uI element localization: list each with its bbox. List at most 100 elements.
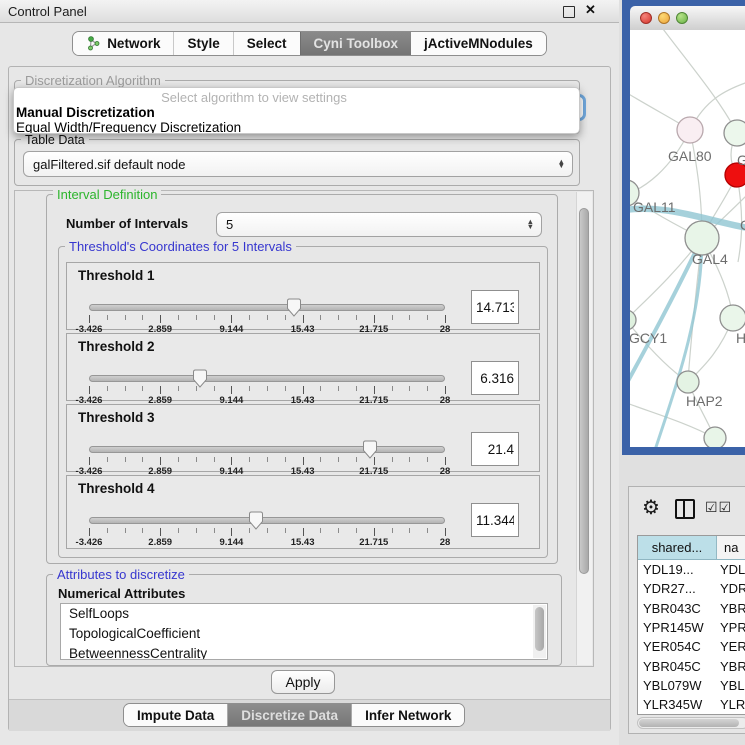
- scrollbar-thumb[interactable]: [535, 607, 544, 651]
- slider-scale-labels: -3.4262.8599.14415.4321.71528: [89, 537, 445, 548]
- cell-shared-name[interactable]: YDL19...: [638, 562, 716, 577]
- table-row[interactable]: YDL19...YDL1: [638, 560, 745, 579]
- threshold-value-field[interactable]: [471, 432, 519, 466]
- cell-name[interactable]: YPR1: [716, 620, 745, 635]
- cell-shared-name[interactable]: YPR145W: [638, 620, 716, 635]
- close-icon[interactable]: ✕: [585, 2, 596, 18]
- cell-shared-name[interactable]: YER054C: [638, 639, 716, 654]
- popup-item-equal-width-frequency[interactable]: Equal Width/Frequency Discretization: [14, 120, 579, 134]
- tick-mark: [320, 528, 321, 533]
- table-horizontal-scrollbar[interactable]: [637, 717, 745, 729]
- gear-icon[interactable]: ⚙: [642, 495, 660, 520]
- close-traffic-light[interactable]: [640, 12, 652, 24]
- network-node[interactable]: [720, 305, 745, 331]
- popup-item-manual-discretization[interactable]: Manual Discretization: [14, 105, 579, 120]
- threshold-slider[interactable]: [89, 375, 445, 382]
- scrollbar-thumb[interactable]: [579, 208, 589, 574]
- threshold-panel: Threshold 1 -3.4262.8599.14415.4321.7152…: [66, 262, 540, 330]
- tab-cyni-toolbox[interactable]: Cyni Toolbox: [300, 32, 412, 55]
- tab-network[interactable]: Network: [73, 32, 173, 55]
- cell-name[interactable]: YDR2: [716, 581, 745, 596]
- checkboxes-icon[interactable]: ☑☑: [705, 499, 732, 516]
- tick-mark: [160, 386, 161, 394]
- table-row[interactable]: YBL079WYBL0: [638, 676, 745, 695]
- tick-mark: [338, 457, 339, 462]
- threshold-value-field[interactable]: [471, 503, 519, 537]
- columns-icon[interactable]: [675, 499, 695, 519]
- cell-name[interactable]: YBR0: [716, 659, 745, 674]
- scale-label: 15.43: [291, 537, 315, 548]
- cell-name[interactable]: YDL1: [716, 562, 745, 577]
- network-node[interactable]: [724, 120, 745, 146]
- scrollbar-thumb[interactable]: [639, 719, 739, 727]
- table-row[interactable]: YBR043CYBR0: [638, 599, 745, 618]
- numerical-attributes-list[interactable]: SelfLoopsTopologicalCoefficientBetweenne…: [60, 603, 548, 660]
- tick-mark: [142, 528, 143, 533]
- interval-definition-group-title: Interval Definition: [53, 187, 161, 202]
- cell-shared-name[interactable]: YLR345W: [638, 697, 716, 712]
- tick-mark: [160, 457, 161, 465]
- cell-name[interactable]: YBL0: [716, 678, 745, 693]
- column-header-name[interactable]: na: [717, 536, 745, 559]
- attribute-list-item[interactable]: SelfLoops: [61, 604, 547, 624]
- tab-network-label: Network: [107, 36, 160, 51]
- threshold-slider[interactable]: [89, 446, 445, 453]
- attributes-list-scrollbar[interactable]: [533, 605, 546, 658]
- tab-impute-data[interactable]: Impute Data: [124, 704, 227, 726]
- tab-discretize-data[interactable]: Discretize Data: [227, 704, 351, 726]
- table-data-combobox[interactable]: galFiltered.sif default node ▲▼: [23, 151, 573, 177]
- cell-shared-name[interactable]: YBL079W: [638, 678, 716, 693]
- tick-mark: [267, 528, 268, 533]
- network-node-label: GCY1: [630, 330, 667, 346]
- threshold-value-field[interactable]: [471, 290, 519, 324]
- cell-name[interactable]: YLR3: [716, 697, 745, 712]
- network-node-label: GAL80: [668, 148, 712, 164]
- tab-style[interactable]: Style: [173, 32, 232, 55]
- slider-tick-marks: [89, 315, 445, 324]
- tab-infer-network[interactable]: Infer Network: [351, 704, 464, 726]
- table-row[interactable]: YDR27...YDR2: [638, 579, 745, 598]
- threshold-slider[interactable]: [89, 304, 445, 311]
- attribute-list-item[interactable]: BetweennessCentrality: [61, 644, 547, 660]
- tick-mark: [356, 528, 357, 533]
- table-row[interactable]: YBR045CYBR0: [638, 656, 745, 675]
- tick-mark: [142, 457, 143, 462]
- network-node[interactable]: [685, 221, 719, 255]
- network-node[interactable]: [704, 427, 726, 447]
- node-table[interactable]: shared... na YDL19...YDL1YDR27...YDR2YBR…: [637, 535, 745, 715]
- threshold-value-field[interactable]: [471, 361, 519, 395]
- tab-jactivemnodules[interactable]: jActiveMNodules: [411, 32, 546, 55]
- table-row[interactable]: YIL052CYIL0: [638, 714, 745, 715]
- settings-vertical-scrollbar[interactable]: [576, 192, 592, 665]
- cell-name[interactable]: YER0: [716, 639, 745, 654]
- cell-shared-name[interactable]: YBR045C: [638, 659, 716, 674]
- float-window-icon[interactable]: [563, 6, 575, 18]
- cell-name[interactable]: YBR0: [716, 601, 745, 616]
- attribute-list-item[interactable]: TopologicalCoefficient: [61, 624, 547, 644]
- tab-select[interactable]: Select: [233, 32, 300, 55]
- table-row[interactable]: YPR145WYPR1: [638, 618, 745, 637]
- network-node[interactable]: [677, 117, 703, 143]
- network-node[interactable]: [630, 310, 636, 330]
- tick-mark: [107, 457, 108, 462]
- tick-mark: [445, 386, 446, 394]
- minimize-traffic-light[interactable]: [658, 12, 670, 24]
- cell-shared-name[interactable]: YDR27...: [638, 581, 716, 596]
- network-node[interactable]: [677, 371, 699, 393]
- threshold-label: Threshold 3: [78, 410, 155, 425]
- network-edge[interactable]: [660, 30, 737, 133]
- tick-mark: [267, 386, 268, 391]
- apply-button[interactable]: Apply: [271, 670, 335, 694]
- algorithm-hint-item[interactable]: Select algorithm to view settings: [14, 88, 494, 105]
- slider-tick-marks: [89, 528, 445, 537]
- number-of-intervals-combobox[interactable]: 5 ▲▼: [216, 212, 542, 237]
- table-row[interactable]: YER054CYER0: [638, 637, 745, 656]
- threshold-panel: Threshold 4 -3.4262.8599.14415.4321.7152…: [66, 475, 540, 549]
- zoom-traffic-light[interactable]: [676, 12, 688, 24]
- cell-shared-name[interactable]: YBR043C: [638, 601, 716, 616]
- network-window-titlebar[interactable]: [630, 6, 745, 31]
- network-canvas[interactable]: GAL80GALGAL11CGAL4GCY1HHAP2: [630, 30, 745, 447]
- table-row[interactable]: YLR345WYLR3: [638, 695, 745, 714]
- threshold-slider[interactable]: [89, 517, 445, 524]
- column-header-shared-name[interactable]: shared...: [638, 536, 717, 559]
